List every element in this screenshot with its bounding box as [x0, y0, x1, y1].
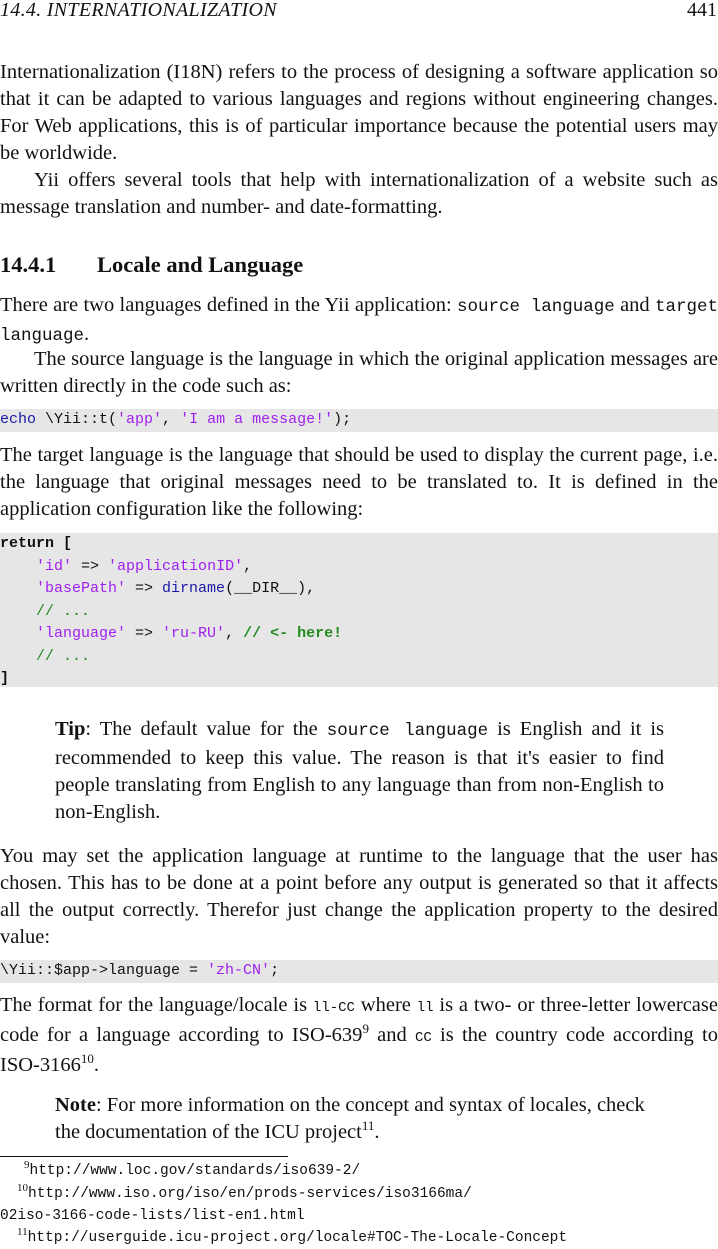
code-string: 'I am a message!' [180, 411, 334, 428]
section-title-text: Locale and Language [97, 252, 304, 277]
code-function: dirname [162, 580, 226, 597]
footnote-10: 10http://www.iso.org/iso/en/prods-servic… [17, 1183, 472, 1205]
code-keyword: echo [0, 411, 37, 428]
text-span: . [374, 1121, 380, 1143]
text-span: . [84, 323, 90, 345]
format-paragraph: The format for the language/locale is ll… [0, 992, 718, 1079]
code-text: \Yii::t( [36, 411, 118, 428]
text-span: and [620, 294, 655, 316]
text-span: There are two languages defined in the Y… [0, 294, 457, 316]
code-text: , [162, 411, 181, 428]
code-block-config: return [ 'id' => 'applicationID', 'baseP… [0, 533, 718, 687]
code-string: 'language' [36, 625, 127, 642]
header-section: 14.4. INTERNATIONALIZATION [0, 0, 277, 21]
text-span: : For more information on the concept an… [55, 1094, 645, 1143]
code-comment: // ... [36, 647, 91, 665]
footnote-mark: 10 [17, 1182, 28, 1195]
footnote-divider [0, 1156, 288, 1157]
code-line: 'basePath' => dirname(__DIR__), [0, 578, 718, 601]
code-text: => [126, 580, 163, 597]
code-line: return [ [0, 533, 718, 556]
text-span: where [354, 994, 417, 1016]
code-line: ] [0, 668, 718, 691]
code-text: ] [0, 670, 10, 687]
note-callout: Note: For more information on the concep… [55, 1092, 664, 1146]
code-line: // ... [0, 646, 718, 669]
section-heading: 14.4.1 Locale and Language [0, 251, 303, 279]
section-number: 14.4.1 [0, 252, 57, 277]
code-string: 'zh-CN' [207, 962, 271, 979]
footnote-link[interactable]: http://userguide.icu-project.org/locale#… [28, 1230, 568, 1246]
footnote-ref[interactable]: 10 [81, 1051, 94, 1066]
code-text: ); [333, 411, 352, 428]
inline-code: ll [416, 1000, 434, 1016]
code-comment: // <- here! [243, 625, 343, 642]
code-text: \Yii::$app->language = [0, 962, 208, 979]
intro-paragraph: Internationalization (I18N) refers to th… [0, 61, 718, 164]
footnote-link[interactable]: http://www.iso.org/iso/en/prods-services… [28, 1186, 472, 1202]
footnote-9: 9http://www.loc.gov/standards/iso639-2/ [24, 1160, 360, 1182]
text-span: and [368, 1024, 415, 1046]
text-span: . [93, 1054, 99, 1076]
footnote-ref[interactable]: 11 [362, 1118, 375, 1133]
code-string: 'applicationID' [108, 557, 244, 575]
code-keyword: return [ [0, 535, 73, 552]
code-text: => [126, 625, 163, 642]
footnote-mark: 11 [17, 1226, 28, 1239]
code-line: // ... [0, 601, 718, 624]
code-line: 'language' => 'ru-RU', // <- here! [0, 623, 718, 646]
code-line: \Yii::$app->language = 'zh-CN'; [0, 960, 718, 983]
runtime-paragraph: You may set the application language at … [0, 845, 718, 948]
tip-label: Tip [55, 718, 86, 740]
footnote-link[interactable]: 02iso-3166-code-lists/list-en1.html [0, 1208, 305, 1224]
code-block-translate: echo \Yii::t('app', 'I am a message!'); [0, 409, 718, 432]
footnote-link[interactable]: http://www.loc.gov/standards/iso639-2/ [30, 1163, 361, 1179]
code-text: , [243, 557, 253, 575]
code-line: 'id' => 'applicationID', [0, 556, 718, 579]
tip-callout: Tip: The default value for the source la… [55, 716, 664, 826]
text-span: : The default value for the [85, 718, 327, 740]
code-block-runtime: \Yii::$app->language = 'zh-CN'; [0, 960, 718, 983]
note-label: Note [55, 1094, 96, 1116]
code-string: 'ru-RU' [162, 625, 226, 642]
code-string: 'app' [117, 411, 163, 428]
running-header: 14.4. INTERNATIONALIZATION 441 [0, 0, 718, 22]
code-text: ; [270, 962, 280, 979]
code-string: 'basePath' [36, 580, 127, 597]
footnote-11: 11http://userguide.icu-project.org/local… [17, 1227, 567, 1249]
inline-code-source-language: source language [457, 297, 615, 317]
page-number: 441 [687, 0, 717, 21]
inline-code: ll-CC [312, 1000, 355, 1016]
languages-paragraph: There are two languages defined in the Y… [0, 292, 718, 350]
code-string: 'id' [36, 557, 73, 575]
inline-code-source-language: source language [326, 721, 489, 741]
text-span: The format for the language/locale is [0, 994, 313, 1016]
target-language-paragraph: The target language is the language that… [0, 444, 718, 520]
code-comment: // ... [36, 602, 91, 620]
footnote-10-continuation: 02iso-3166-code-lists/list-en1.html [0, 1205, 305, 1227]
inline-code: CC [415, 1030, 432, 1046]
code-text: , [225, 625, 244, 642]
code-line: echo \Yii::t('app', 'I am a message!'); [0, 409, 718, 432]
code-text: => [72, 557, 109, 575]
code-text: (__DIR__), [225, 580, 316, 597]
tools-paragraph: Yii offers several tools that help with … [0, 169, 718, 218]
source-language-paragraph: The source language is the language in w… [0, 348, 718, 397]
